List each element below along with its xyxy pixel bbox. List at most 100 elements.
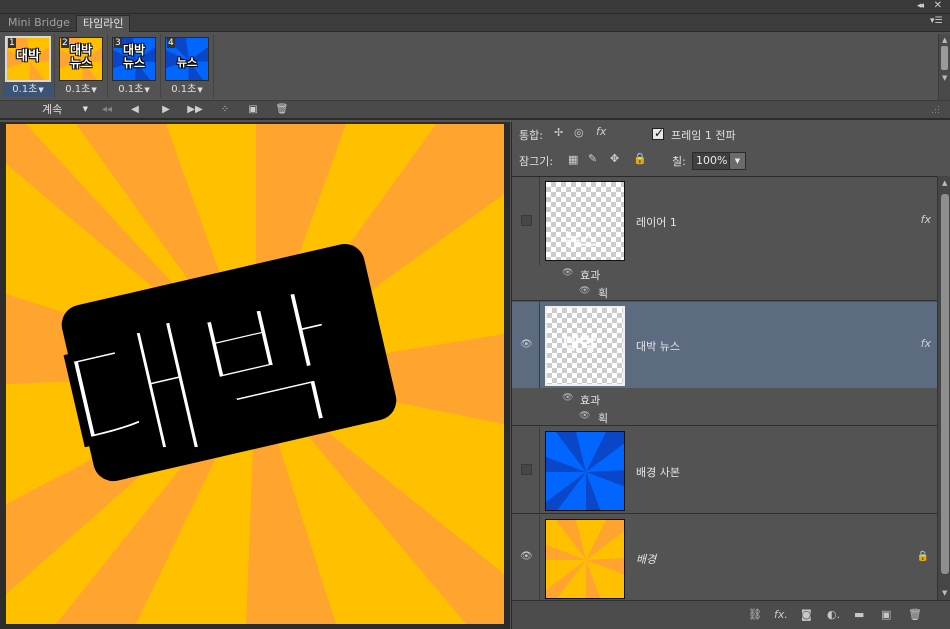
scroll-thumb[interactable]: [941, 46, 948, 70]
grip-dots: [932, 106, 939, 113]
frame-delay[interactable]: 0.1초▼: [109, 83, 159, 97]
visibility-toggle[interactable]: [512, 427, 540, 513]
collapse-panels-icon[interactable]: ◂◂: [917, 1, 924, 11]
eye-icon[interactable]: 👁: [579, 286, 590, 296]
layer-list: 뉴스 레이어 1 fx 👁 효과 👁 획 👁 대박 대박 뉴스 fx 👁 효과 …: [512, 176, 937, 601]
resize-grip-icon[interactable]: [930, 106, 940, 116]
play-icon[interactable]: ▶: [155, 102, 177, 117]
lock-brush-icon[interactable]: ✎: [588, 152, 597, 165]
layer-row[interactable]: 뉴스 레이어 1 fx 👁 효과 👁 획: [512, 177, 937, 301]
unify-visibility-icon[interactable]: ◎: [574, 126, 584, 139]
unify-position-icon[interactable]: ✢: [554, 126, 563, 139]
scroll-up-icon[interactable]: ▲: [942, 179, 947, 187]
frame-delay[interactable]: 0.1초▼: [3, 83, 53, 97]
layer-row-selected[interactable]: 👁 대박 대박 뉴스 fx 👁 효과 👁 획: [512, 302, 937, 426]
fill-input[interactable]: 100% ▼: [692, 152, 746, 170]
frame-thumb-text: 뉴스: [176, 56, 198, 69]
layer-name[interactable]: 배경: [636, 551, 656, 567]
trash-icon[interactable]: 🗑: [271, 102, 293, 117]
frame-2[interactable]: 대박 뉴스 2 0.1초▼: [56, 34, 106, 98]
timeline-controls: 계속 ▼ ◂◂ ◀ ▶ ▶▶ ⁘ ▣ 🗑: [0, 100, 950, 118]
layer-name[interactable]: 대박 뉴스: [636, 338, 680, 354]
close-icon[interactable]: ✕: [934, 0, 942, 11]
layers-scrollbar[interactable]: ▲ ▼: [937, 176, 950, 600]
eye-icon[interactable]: 👁: [562, 268, 573, 278]
check-icon: ✓: [654, 126, 665, 140]
panel-menu-icon[interactable]: ▾☰: [930, 16, 944, 28]
first-frame-icon[interactable]: ◂◂: [96, 102, 118, 117]
frame-divider: [213, 34, 214, 98]
link-layers-icon[interactable]: ⛓: [748, 608, 762, 622]
tween-icon[interactable]: ⁘: [214, 102, 236, 117]
loop-options-select[interactable]: 계속 ▼: [34, 102, 92, 117]
chevron-down-icon[interactable]: ▼: [729, 153, 745, 169]
lock-all-icon[interactable]: 🔒: [633, 152, 647, 165]
frame-delay[interactable]: 0.1초▼: [56, 83, 106, 97]
next-frame-icon[interactable]: ▶▶: [184, 102, 206, 117]
propagate-frame-checkbox[interactable]: ✓: [652, 126, 665, 140]
chevron-down-icon: ▼: [91, 86, 97, 94]
frame-3[interactable]: 대박 뉴스 3 0.1초▼: [109, 34, 159, 98]
frame-1[interactable]: 대박 1 0.1초▼: [3, 34, 53, 98]
fx-icon[interactable]: fx: [921, 213, 931, 226]
frame-4[interactable]: 뉴스 4 0.1초▼: [162, 34, 212, 98]
blue-sunburst-thumb: [546, 432, 624, 510]
duplicate-frame-icon[interactable]: ▣: [242, 102, 264, 117]
layer-main: 👁 대박 대박 뉴스 fx: [512, 302, 937, 388]
frame-number: 3: [114, 38, 122, 48]
tab-mini-bridge[interactable]: Mini Bridge: [2, 15, 76, 32]
eye-icon: 👁: [520, 551, 533, 562]
lock-row: 잠그기: ▦ ✎ ✥ 🔒 칠: 100% ▼: [512, 148, 950, 174]
trash-icon[interactable]: 🗑: [908, 608, 922, 622]
layer-thumbnail: [545, 431, 625, 511]
visibility-toggle[interactable]: [512, 177, 540, 265]
add-mask-icon[interactable]: ◙: [801, 608, 812, 622]
new-layer-icon[interactable]: ▣: [881, 608, 891, 622]
layer-name[interactable]: 레이어 1: [636, 214, 677, 230]
frame-delay[interactable]: 0.1초▼: [162, 83, 212, 97]
visibility-toggle[interactable]: 👁: [512, 302, 540, 388]
frame-number: 1: [8, 38, 16, 48]
layers-panel: 통합: ✢ ◎ fx ✓ 프레임 1 전파 잠그기: ▦ ✎ ✥ 🔒 칠: 10…: [511, 122, 950, 629]
eye-icon: 👁: [520, 339, 533, 350]
adjustment-layer-icon[interactable]: ◐.: [827, 608, 840, 622]
layer-row[interactable]: 배경 사본: [512, 427, 937, 514]
scroll-down-icon[interactable]: ▼: [942, 74, 947, 82]
new-group-icon[interactable]: ▬: [854, 608, 864, 622]
layer-row[interactable]: 👁 배경 🔒: [512, 515, 937, 601]
layer-main: 뉴스 레이어 1 fx: [512, 177, 937, 265]
sunburst-artwork: 대박: [6, 124, 504, 624]
unify-label: 통합:: [519, 129, 543, 142]
previous-frame-icon[interactable]: ◀: [124, 102, 146, 117]
lock-transparency-icon[interactable]: ▦: [568, 153, 578, 166]
add-style-icon[interactable]: fx.: [774, 608, 788, 622]
chevron-down-icon: ▼: [197, 86, 203, 94]
layer-name[interactable]: 배경 사본: [636, 464, 680, 480]
scroll-down-icon[interactable]: ▼: [942, 589, 947, 597]
visibility-toggle[interactable]: 👁: [512, 515, 540, 601]
eye-icon[interactable]: 👁: [579, 411, 590, 421]
effects-label: 효과: [580, 269, 601, 282]
stroke-effect-label: 획: [598, 287, 609, 300]
fx-icon[interactable]: fx: [921, 337, 931, 350]
panel-top-strip: ◂◂ ✕: [0, 0, 950, 14]
stroke-effect-row[interactable]: 👁 획: [512, 283, 937, 301]
unify-style-icon[interactable]: fx: [596, 125, 606, 138]
stroke-effect-row[interactable]: 👁 획: [512, 408, 937, 426]
scroll-up-icon[interactable]: ▲: [942, 36, 947, 44]
lock-move-icon[interactable]: ✥: [610, 152, 619, 165]
tab-timeline[interactable]: 타임라인: [76, 15, 131, 32]
stroke-effect-label: 획: [598, 412, 609, 425]
eye-icon[interactable]: 👁: [562, 393, 573, 403]
orange-sunburst-thumb: [546, 520, 624, 598]
effects-row[interactable]: 👁 효과: [512, 390, 937, 408]
effects-row[interactable]: 👁 효과: [512, 265, 937, 283]
document-canvas[interactable]: 대박: [6, 124, 504, 624]
thumb-ghost-text: 대박: [563, 334, 597, 355]
thumb-ghost-text: 뉴스: [564, 230, 598, 251]
lock-icon: 🔒: [916, 551, 929, 562]
timeline-scrollbar[interactable]: ▲ ▼: [938, 34, 950, 100]
layer-thumbnail: 대박: [545, 306, 625, 386]
frame-number: 2: [61, 38, 69, 48]
scroll-thumb[interactable]: [941, 194, 949, 574]
